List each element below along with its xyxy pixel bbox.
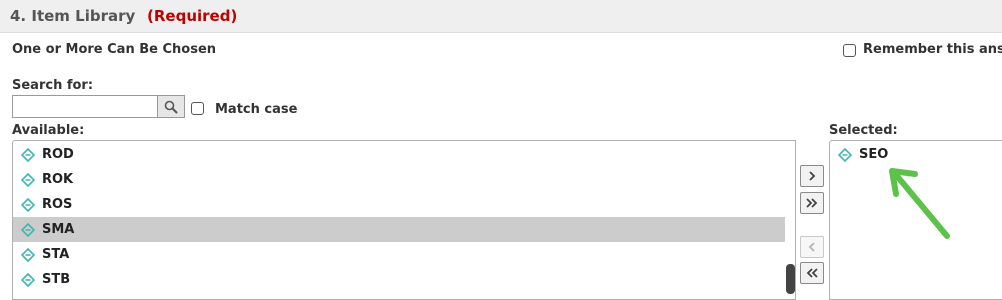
add-all-button[interactable]: [800, 192, 824, 214]
double-chevron-right-icon: [806, 198, 818, 208]
list-item[interactable]: ROD: [13, 142, 785, 167]
list-item-label: STA: [42, 247, 70, 262]
list-item[interactable]: ROS: [13, 192, 785, 217]
item-diamond-icon: [21, 222, 35, 237]
list-item-label: ROD: [42, 147, 74, 162]
search-input[interactable]: [12, 95, 158, 118]
list-item[interactable]: ROK: [13, 167, 785, 192]
search-label: Search for:: [12, 78, 94, 93]
required-indicator: (Required): [147, 7, 238, 25]
list-item-label: SEO: [859, 147, 889, 162]
list-item[interactable]: STA: [13, 242, 785, 267]
remember-checkbox[interactable]: [843, 44, 856, 57]
item-diamond-icon: [838, 147, 852, 162]
list-item-label: ROK: [42, 172, 74, 187]
list-item-label: STB: [42, 272, 71, 287]
list-item-highlighted[interactable]: SMA: [13, 217, 785, 242]
item-diamond-icon: [21, 172, 35, 187]
list-item-label: ROS: [42, 197, 73, 212]
selected-label: Selected:: [829, 123, 898, 138]
match-case-label: Match case: [215, 102, 298, 117]
double-chevron-left-icon: [806, 268, 818, 278]
item-diamond-icon: [21, 247, 35, 262]
section-header: 4. Item Library (Required): [0, 0, 1002, 33]
item-diamond-icon: [21, 147, 35, 162]
chevron-right-icon: [809, 171, 816, 181]
item-diamond-icon: [21, 272, 35, 287]
available-list-scrollbar[interactable]: [786, 264, 795, 294]
choose-hint: One or More Can Be Chosen: [12, 42, 217, 57]
item-diamond-icon: [21, 197, 35, 212]
available-label: Available:: [12, 123, 85, 138]
list-item-label: SMA: [42, 222, 75, 237]
search-button[interactable]: [158, 95, 185, 118]
available-list[interactable]: ROD ROK ROS SMA STA STB: [12, 140, 796, 300]
annotation-arrow-icon: [889, 168, 950, 239]
section-title: 4. Item Library: [10, 7, 136, 25]
list-item[interactable]: STB: [13, 267, 785, 292]
match-case-checkbox[interactable]: [191, 102, 204, 115]
search-icon: [164, 100, 178, 113]
remove-selected-button[interactable]: [800, 236, 824, 258]
chevron-left-icon: [808, 242, 815, 252]
remember-label: Remember this ans: [863, 42, 1002, 57]
remove-all-button[interactable]: [800, 262, 824, 284]
add-selected-button[interactable]: [800, 165, 824, 187]
